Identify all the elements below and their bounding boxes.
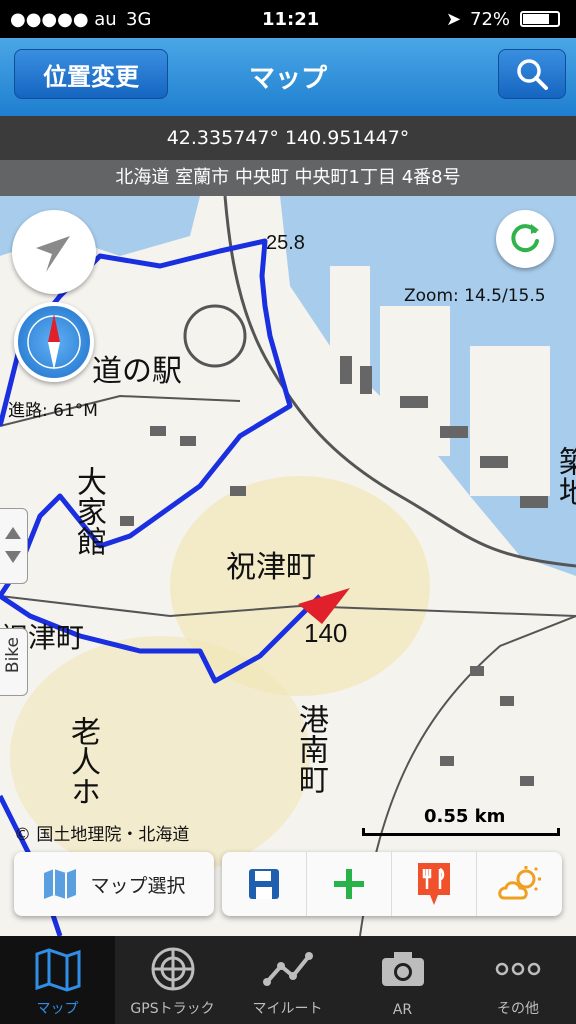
tab-map[interactable]: マップ — [0, 936, 115, 1024]
chevron-up-icon — [5, 527, 21, 539]
carrier-label: ●●●●● au — [10, 9, 117, 30]
map-label-michinoeki: 道の駅 — [92, 355, 182, 388]
compass-icon — [27, 314, 81, 370]
weather-icon — [497, 866, 541, 900]
tab-bar: マップ GPSトラック マイルート AR その他 — [0, 936, 576, 1024]
navigation-arrow-icon — [36, 236, 70, 272]
folded-map-icon — [44, 869, 77, 899]
plus-icon — [334, 869, 364, 899]
coordinates-bar: 42.335747° 140.951447° — [0, 116, 576, 160]
network-label: 3G — [126, 9, 152, 30]
heading-label: 進路: 61°M — [8, 401, 98, 421]
map-label-iwaizu: 祝津町 — [226, 551, 316, 584]
restaurant-pin-icon — [418, 863, 450, 905]
map-select-label: マップ選択 — [90, 874, 186, 897]
weather-button[interactable] — [477, 852, 562, 916]
copyright-label: © 国土地理院・北海道 — [14, 825, 190, 845]
scale-bar — [362, 828, 560, 836]
tab-more[interactable]: その他 — [460, 936, 576, 1024]
status-bar: ●●●●● au 3G 11:21 ➤ 72% — [0, 0, 576, 38]
compass-button[interactable] — [14, 302, 94, 382]
tab-map-label: マップ — [36, 1001, 79, 1017]
restaurant-button[interactable] — [392, 852, 477, 916]
elevation-label: 25.8 — [266, 232, 305, 254]
bike-mode-button[interactable]: Bike — [0, 628, 28, 696]
floppy-disk-icon — [249, 869, 279, 899]
map-label-spot-height: 140 — [304, 618, 348, 648]
tab-gps-track[interactable]: GPSトラック — [115, 936, 230, 1024]
refresh-button[interactable] — [496, 210, 554, 268]
action-toolbar — [222, 852, 562, 916]
map-icon — [35, 948, 81, 992]
tab-more-label: その他 — [497, 1001, 539, 1017]
save-button[interactable] — [222, 852, 307, 916]
map-label-minato: 港南町 — [294, 704, 327, 794]
clock: 11:21 — [262, 9, 320, 30]
tab-ar-label: AR — [392, 1002, 413, 1018]
add-button[interactable] — [307, 852, 392, 916]
chevron-down-icon — [5, 551, 21, 563]
nav-bar: 位置変更 マップ — [0, 38, 576, 116]
route-icon — [263, 952, 313, 986]
tab-gps-track-label: GPSトラック — [130, 1001, 215, 1017]
search-button[interactable] — [498, 49, 566, 99]
scale-label: 0.55 km — [424, 806, 506, 827]
zoom-slider-handle[interactable] — [0, 508, 28, 584]
battery-percent: 72% — [470, 9, 511, 30]
battery-icon — [520, 11, 560, 27]
change-location-button[interactable]: 位置変更 — [14, 49, 168, 99]
map-label-okina: 老人ホ — [66, 716, 99, 806]
map-select-toolbar: マップ選択 — [14, 852, 214, 916]
tab-ar[interactable]: AR — [345, 936, 460, 1024]
map-label-right-edge: 築地 — [554, 446, 576, 506]
bike-label: Bike — [3, 637, 23, 674]
tab-my-route[interactable]: マイルート — [230, 936, 345, 1024]
camera-icon — [382, 952, 424, 986]
map-view[interactable]: 25.8 道の駅 祝津町 祝津町 140 港南町 老人ホ 大家館 築地 Zoom… — [0, 196, 576, 936]
zoom-label: Zoom: 14.5/15.5 — [404, 286, 546, 306]
tab-my-route-label: マイルート — [252, 1001, 323, 1017]
locate-button[interactable] — [12, 210, 96, 294]
address-bar: 北海道 室蘭市 中央町 中央町1丁目 4番8号 — [0, 160, 576, 196]
map-label-daiko: 大家館 — [72, 466, 105, 556]
more-icon — [495, 962, 541, 976]
radar-icon — [151, 947, 195, 991]
search-icon — [517, 59, 548, 90]
location-arrow-icon: ➤ — [446, 9, 462, 30]
refresh-icon — [511, 224, 539, 253]
map-select-button[interactable]: マップ選択 — [14, 852, 214, 916]
